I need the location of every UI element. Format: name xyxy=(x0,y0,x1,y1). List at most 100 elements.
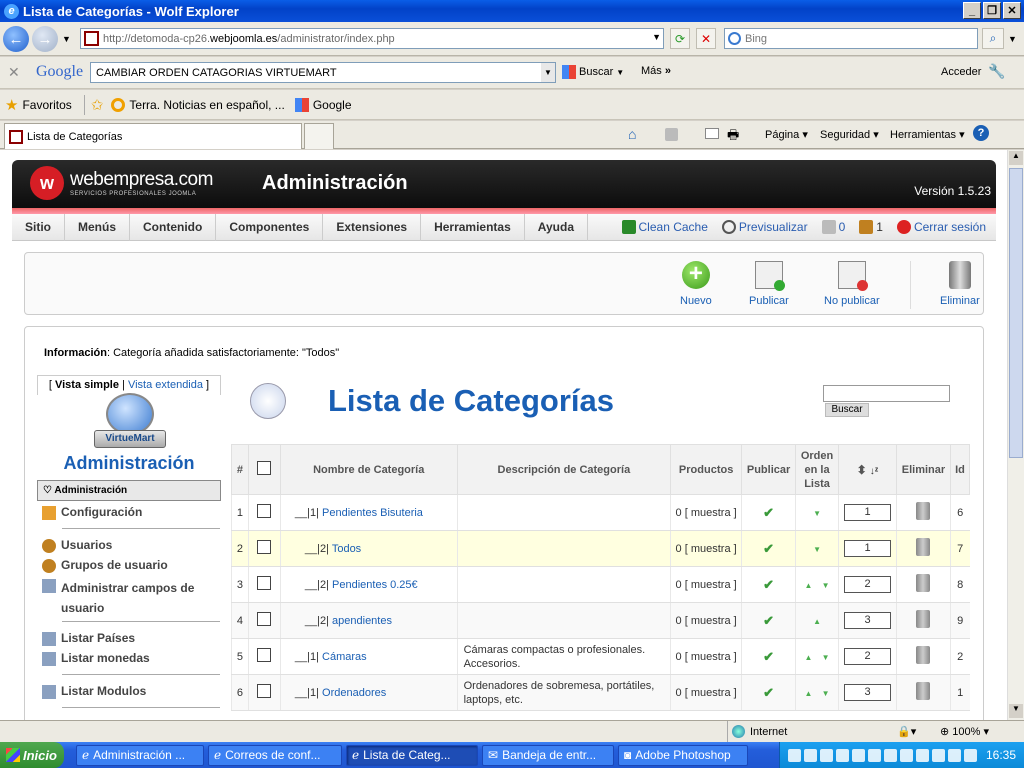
task-administracion[interactable]: ℯ Administración ... xyxy=(76,744,204,766)
google-mas-button[interactable]: Más » xyxy=(641,65,671,77)
window-titlebar[interactable]: e Lista de Categorías - Wolf Explorer _ … xyxy=(0,0,1024,22)
row-checkbox[interactable] xyxy=(257,648,272,662)
delete-row-icon[interactable] xyxy=(916,646,931,664)
messages-link[interactable]: 0 xyxy=(821,220,845,235)
zoom-control[interactable]: ⊕ 100% ▾ xyxy=(940,725,989,738)
move-down-icon[interactable]: ▼ xyxy=(813,545,821,554)
help-icon[interactable]: ? xyxy=(973,125,989,141)
google-dropdown-icon[interactable]: ▼ xyxy=(541,63,555,82)
row-checkbox[interactable] xyxy=(257,576,272,590)
menu-contenido[interactable]: Contenido xyxy=(130,213,217,241)
muestra-link[interactable]: [ muestra ] xyxy=(685,579,737,591)
move-down-icon[interactable]: ▼ xyxy=(822,653,830,662)
move-up-icon[interactable]: ▲ xyxy=(805,653,813,662)
published-check-icon[interactable]: ✔ xyxy=(763,685,774,700)
bing-search-input[interactable]: Bing xyxy=(724,28,978,49)
sidebar-item-usuarios[interactable]: Usuarios xyxy=(42,538,220,553)
seguridad-menu[interactable]: Seguridad ▾ xyxy=(820,128,879,141)
feeds-icon[interactable] xyxy=(665,128,678,141)
move-up-icon[interactable]: ▲ xyxy=(813,617,821,626)
muestra-link[interactable]: [ muestra ] xyxy=(685,507,737,519)
menu-extensiones[interactable]: Extensiones xyxy=(323,213,422,241)
tray-icon[interactable] xyxy=(851,748,865,762)
add-favorite-icon[interactable]: ✩ xyxy=(91,96,104,114)
favorites-button[interactable]: ★ Favoritos xyxy=(5,96,72,114)
herramientas-menu[interactable]: Herramientas ▾ xyxy=(890,128,965,141)
order-input[interactable]: 2 xyxy=(844,648,891,665)
menu-componentes[interactable]: Componentes xyxy=(216,213,324,241)
category-name-link[interactable]: Cámaras xyxy=(322,651,367,663)
sidebar-item-grupos[interactable]: Grupos de usuario xyxy=(42,558,220,573)
new-tab-button[interactable] xyxy=(304,123,334,149)
sort-az-icon[interactable]: ↓ᶻ xyxy=(870,466,879,477)
delete-row-icon[interactable] xyxy=(916,502,931,520)
delete-row-icon[interactable] xyxy=(916,574,931,592)
refresh-icon[interactable]: ⟳ xyxy=(670,28,690,49)
category-name-link[interactable]: Pendientes 0.25€ xyxy=(332,579,418,591)
wrench-icon[interactable]: 🔧 xyxy=(988,63,1005,80)
favorite-link-google[interactable]: Google xyxy=(294,97,352,112)
delete-row-icon[interactable] xyxy=(916,682,931,700)
tray-icon[interactable] xyxy=(915,748,929,762)
delete-row-icon[interactable] xyxy=(916,610,931,628)
protected-mode-icon[interactable]: 🔒▾ xyxy=(897,725,916,738)
menu-sitio[interactable]: Sitio xyxy=(12,213,65,241)
muestra-link[interactable]: [ muestra ] xyxy=(685,615,737,627)
restore-button[interactable]: ❐ xyxy=(983,2,1001,19)
menu-menus[interactable]: Menús xyxy=(65,213,131,241)
order-input[interactable]: 3 xyxy=(844,684,891,701)
published-check-icon[interactable]: ✔ xyxy=(763,649,774,664)
print-icon[interactable]: 🖶 xyxy=(727,126,739,148)
order-input[interactable]: 2 xyxy=(844,576,891,593)
search-go-icon[interactable]: ⌕ xyxy=(982,28,1004,49)
order-input[interactable]: 1 xyxy=(844,540,891,557)
move-down-icon[interactable]: ▼ xyxy=(822,581,830,590)
clean-cache-link[interactable]: Clean Cache xyxy=(621,220,708,235)
category-name-link[interactable]: Todos xyxy=(332,543,361,555)
move-up-icon[interactable]: ▲ xyxy=(805,581,813,590)
sidebar-item-campos[interactable]: Administrar campos de usuario xyxy=(42,578,220,618)
scroll-thumb[interactable] xyxy=(1009,168,1023,458)
category-name-link[interactable]: apendientes xyxy=(332,615,392,627)
move-down-icon[interactable]: ▼ xyxy=(813,509,821,518)
tray-icon[interactable] xyxy=(963,748,977,762)
row-checkbox[interactable] xyxy=(257,540,272,554)
menu-ayuda[interactable]: Ayuda xyxy=(525,213,589,241)
eliminar-button[interactable]: Eliminar xyxy=(940,261,980,307)
sidebar-item-paises[interactable]: Listar Países xyxy=(42,631,220,646)
menu-herramientas[interactable]: Herramientas xyxy=(421,213,525,241)
tray-icon[interactable] xyxy=(835,748,849,762)
tray-icon[interactable] xyxy=(803,748,817,762)
scroll-up-icon[interactable]: ▲ xyxy=(1009,151,1023,165)
muestra-link[interactable]: [ muestra ] xyxy=(685,651,737,663)
published-check-icon[interactable]: ✔ xyxy=(763,541,774,556)
sidebar-item-modulos[interactable]: Listar Modulos xyxy=(42,684,220,699)
address-dropdown-icon[interactable]: ▼ xyxy=(652,32,661,42)
previsualizar-link[interactable]: Previsualizar xyxy=(721,220,808,235)
task-correos[interactable]: ℯ Correos de conf... xyxy=(208,744,342,766)
published-check-icon[interactable]: ✔ xyxy=(763,613,774,628)
tray-icon[interactable] xyxy=(867,748,881,762)
sidebar-section-header[interactable]: ♡ Administración xyxy=(37,480,221,501)
nuevo-button[interactable]: + Nuevo xyxy=(680,261,712,308)
category-name-link[interactable]: Ordenadores xyxy=(322,687,386,699)
row-checkbox[interactable] xyxy=(257,504,272,518)
muestra-link[interactable]: [ muestra ] xyxy=(685,687,737,699)
order-input[interactable]: 3 xyxy=(844,612,891,629)
tray-icon[interactable] xyxy=(899,748,913,762)
tray-icon[interactable] xyxy=(819,748,833,762)
tab-lista-categorias[interactable]: Lista de Categorías xyxy=(4,123,302,149)
google-search-input[interactable]: CAMBIAR ORDEN CATAGORIAS VIRTUEMART ▼ xyxy=(90,62,556,83)
address-input[interactable]: http://detomoda-cp26. webjoomla.es/admini… xyxy=(80,28,664,49)
vertical-scrollbar[interactable]: ▲ ▼ xyxy=(1007,150,1024,720)
back-button[interactable]: ← xyxy=(3,26,29,52)
delete-row-icon[interactable] xyxy=(916,538,931,556)
close-toolbar-icon[interactable]: ✕ xyxy=(8,64,20,81)
search-dropdown-icon[interactable]: ▼ xyxy=(1008,34,1017,44)
published-check-icon[interactable]: ✔ xyxy=(763,505,774,520)
stop-icon[interactable]: ✕ xyxy=(696,28,716,49)
start-button[interactable]: Inicio xyxy=(0,742,64,768)
muestra-link[interactable]: [ muestra ] xyxy=(685,543,737,555)
order-input[interactable]: 1 xyxy=(844,504,891,521)
close-button[interactable]: ✕ xyxy=(1003,2,1021,19)
